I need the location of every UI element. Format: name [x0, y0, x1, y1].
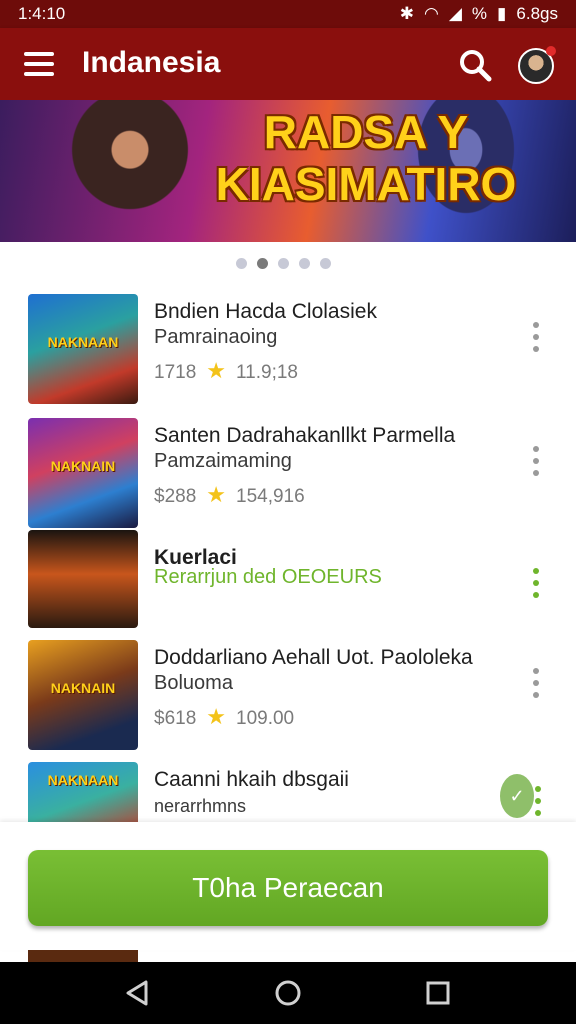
- status-time: 1:4:10: [18, 4, 66, 23]
- home-icon[interactable]: [273, 978, 303, 1008]
- list-item[interactable]: NAKNAIN Santen Dadrahakanllkt Parmella P…: [0, 418, 576, 528]
- game-thumbnail: [28, 530, 138, 628]
- status-bar: 1:4:10 ✱ ◠ ◢ % ▮ 6.8gs: [0, 0, 576, 28]
- check-icon[interactable]: ✓: [500, 774, 534, 818]
- battery-text: 6.8gs: [516, 4, 558, 23]
- carousel-dot[interactable]: [257, 258, 268, 269]
- more-options-icon[interactable]: [530, 322, 542, 362]
- banner-line2: KIASIMATIRO: [215, 158, 517, 210]
- primary-action-button[interactable]: T0ha Peraecan: [28, 850, 548, 926]
- system-nav-bar: [0, 962, 576, 1024]
- game-thumbnail: NAKNAIN: [28, 418, 138, 528]
- list-item[interactable]: NAKNAAN Bndien Hacda Clolasiek Pamrainao…: [0, 294, 576, 404]
- item-price: $618: [154, 708, 197, 729]
- more-options-icon[interactable]: [532, 786, 544, 822]
- item-subtitle: Pamrainaoing: [154, 326, 278, 348]
- recent-apps-icon[interactable]: [423, 978, 453, 1008]
- promo-banner[interactable]: RADSA Y KIASIMATIRO: [0, 100, 576, 242]
- game-thumbnail: NAKNAIN: [28, 640, 138, 750]
- app-bar: Indanesia: [0, 28, 576, 100]
- list-item[interactable]: NAKNAIN Doddarliano Aehall Uot. Paololek…: [0, 640, 576, 750]
- list-item-peek: [28, 950, 138, 962]
- item-subtitle: nerarrhmns: [154, 796, 247, 816]
- carousel-dot[interactable]: [236, 258, 247, 269]
- carousel-dot[interactable]: [320, 258, 331, 269]
- star-icon: ★: [206, 482, 227, 507]
- list-item[interactable]: Kuerlaci Rerarrjun ded OEOEURS: [0, 530, 576, 640]
- status-icons: ✱ ◠ ◢ % ▮ 6.8gs: [400, 4, 558, 24]
- item-rating: 109.00: [236, 708, 295, 729]
- list-item[interactable]: NAKNAAN Caanni hkaih dbsgaii nerarrhmns: [0, 762, 576, 822]
- item-title: Santen Dadrahakanllkt Parmella: [154, 424, 456, 447]
- app-title: Indanesia: [82, 46, 221, 79]
- more-options-icon[interactable]: [530, 568, 542, 608]
- item-subtitle: Rerarrjun ded OEOEURS: [154, 566, 382, 588]
- item-title: Doddarliano Aehall Uot. Paololeka: [154, 646, 473, 669]
- more-options-icon[interactable]: [530, 446, 542, 486]
- notification-dot: [546, 46, 556, 56]
- signal-icon: ◢: [448, 4, 462, 23]
- cta-container: T0ha Peraecan: [0, 822, 576, 950]
- banner-title: RADSA Y KIASIMATIRO: [196, 106, 536, 210]
- star-icon: ★: [206, 358, 227, 383]
- game-thumbnail: NAKNAAN: [28, 294, 138, 404]
- avatar[interactable]: [518, 46, 556, 84]
- bluetooth-icon: ✱: [399, 4, 414, 23]
- item-meta: 1718 ★ 11.9;18: [154, 358, 298, 384]
- carousel-dot[interactable]: [299, 258, 310, 269]
- item-meta: $618 ★ 109.00: [154, 704, 294, 730]
- back-icon[interactable]: [122, 978, 152, 1008]
- item-title: Bndien Hacda Clolasiek: [154, 300, 377, 323]
- banner-character-left: [40, 100, 190, 242]
- item-title: Caanni hkaih dbsgaii: [154, 768, 349, 791]
- item-price: 1718: [154, 362, 197, 383]
- carousel-indicator: [236, 258, 331, 269]
- battery-icon: ▮: [497, 4, 507, 23]
- more-options-icon[interactable]: [530, 668, 542, 708]
- game-thumbnail: NAKNAAN: [28, 762, 138, 822]
- item-subtitle: Boluoma: [154, 672, 233, 694]
- search-icon[interactable]: [458, 48, 492, 82]
- signal-text: %: [471, 4, 488, 23]
- star-icon: ★: [206, 704, 227, 729]
- item-rating: 154,916: [236, 486, 305, 507]
- item-rating: 11.9;18: [236, 362, 298, 383]
- hamburger-menu-icon[interactable]: [24, 52, 54, 76]
- banner-line1: RADSA Y: [263, 106, 469, 158]
- carousel-dot[interactable]: [278, 258, 289, 269]
- item-price: $288: [154, 486, 197, 507]
- wifi-icon: ◠: [424, 4, 439, 23]
- item-subtitle: Pamzaimaming: [154, 450, 292, 472]
- item-meta: $288 ★ 154,916: [154, 482, 305, 508]
